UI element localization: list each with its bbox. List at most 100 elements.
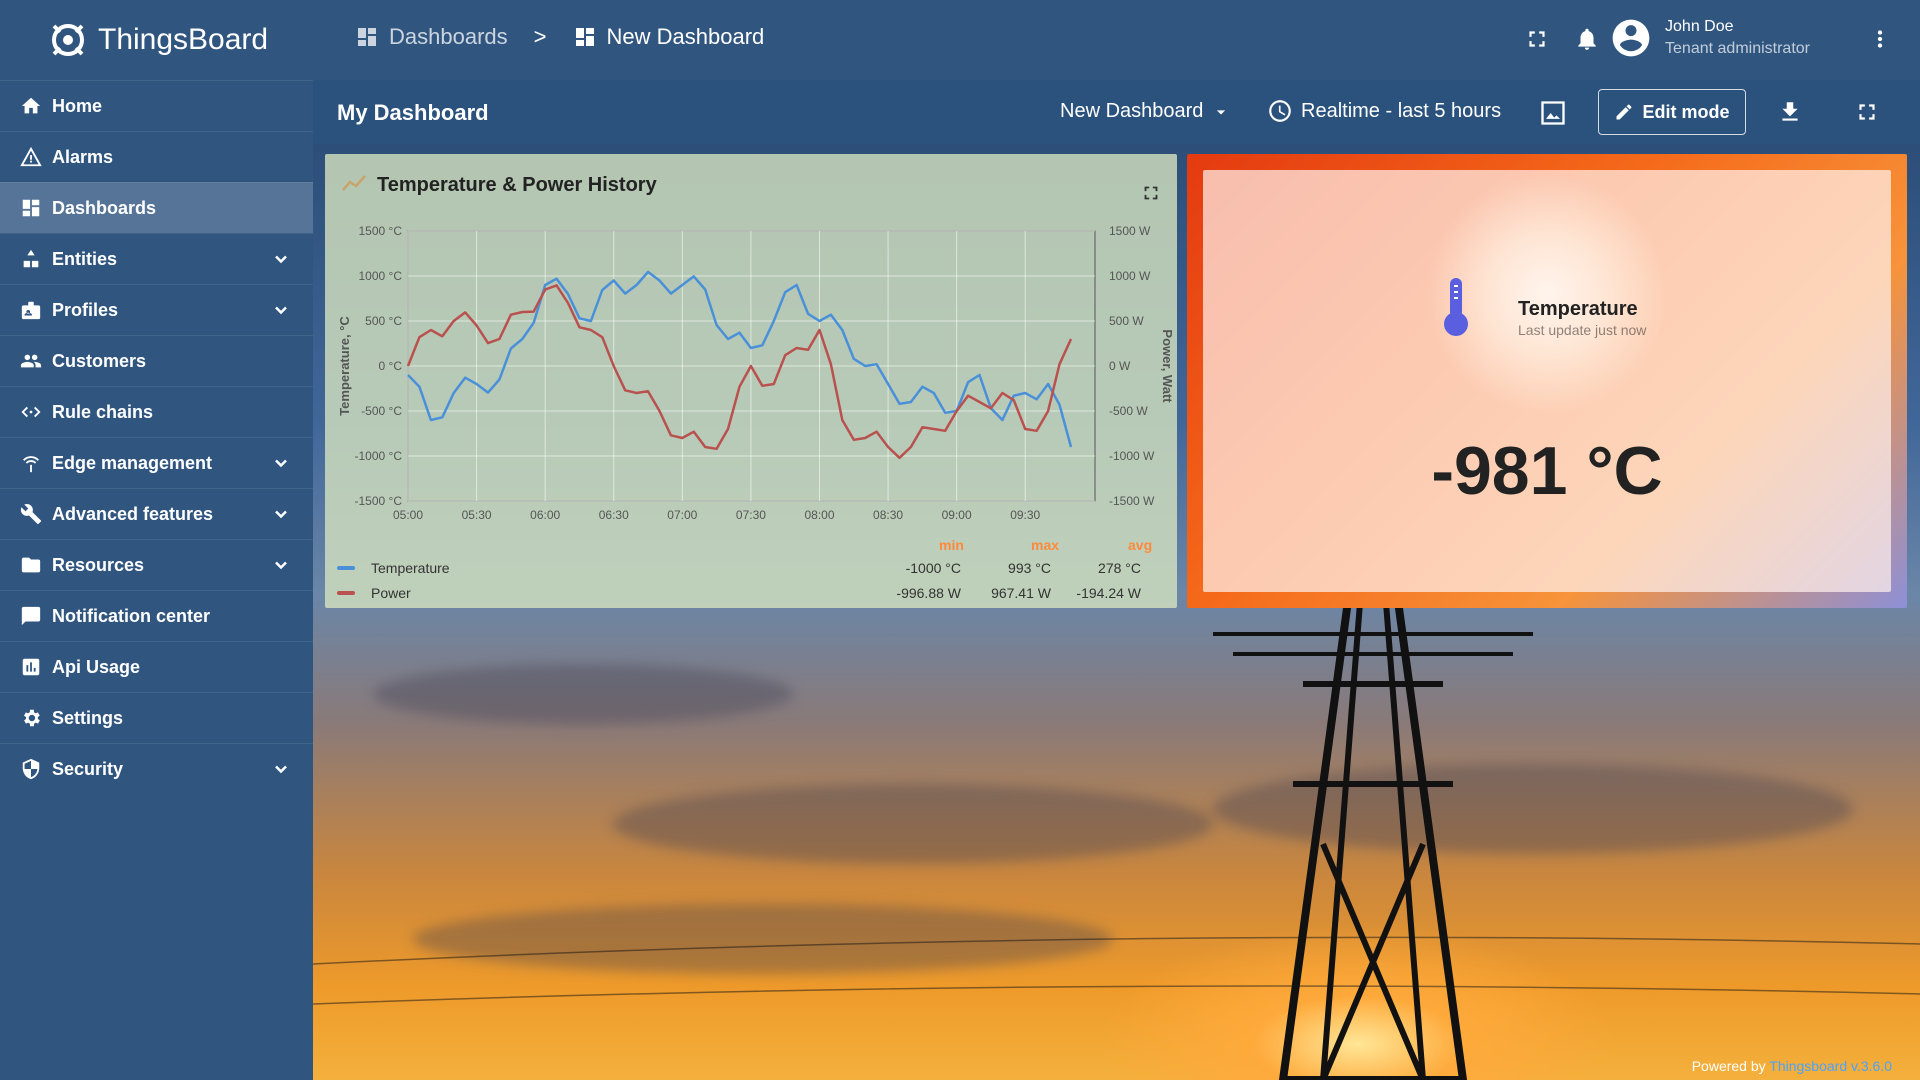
sidebar-item-rule-chains[interactable]: Rule chains	[0, 386, 313, 437]
y-axis-title-left: Temperature, °C	[337, 316, 352, 416]
sidebar-item-label: Dashboards	[52, 197, 157, 218]
folder-icon	[20, 554, 42, 576]
dashboard-toolbar: My Dashboard New Dashboard Realtime - la…	[313, 80, 1920, 144]
x-tick-label: 09:00	[942, 508, 972, 522]
sidebar-item-profiles[interactable]: Profiles	[0, 284, 313, 335]
edit-mode-label: Edit mode	[1642, 101, 1730, 122]
dashboard-select-value: New Dashboard	[1060, 100, 1204, 122]
chevron-down-icon[interactable]	[271, 759, 291, 784]
series-line-temperature	[407, 270, 1073, 448]
user-menu[interactable]: John Doe Tenant administrator	[1609, 16, 1810, 60]
sidebar-item-label: Security	[52, 758, 124, 779]
sidebar-item-label: Entities	[52, 248, 118, 269]
y-tick-label-right: 0 W	[1109, 359, 1131, 373]
legend-name: Temperature	[371, 560, 450, 576]
dashboard-icon	[575, 28, 594, 46]
legend-min: -996.88 W	[896, 585, 961, 601]
dashboard-canvas: Temperature & Power History 1500 °C 1500 …	[313, 144, 1920, 1080]
sidebar-item-edge-management[interactable]: Edge management	[0, 437, 313, 488]
chevron-down-icon[interactable]	[271, 555, 291, 580]
sidebar-item-api-usage[interactable]: Api Usage	[0, 641, 313, 692]
y-tick-label-right: -1500 W	[1109, 494, 1155, 508]
sidebar-item-customers[interactable]: Customers	[0, 335, 313, 386]
chevron-down-icon[interactable]	[271, 249, 291, 274]
sidebar-item-alarms[interactable]: Alarms	[0, 131, 313, 182]
rule-chains-icon	[20, 401, 42, 423]
sidebar-item-entities[interactable]: Entities	[0, 233, 313, 284]
fullscreen-icon[interactable]	[1854, 99, 1880, 130]
sidebar-item-label: Customers	[52, 350, 147, 371]
breadcrumb-separator: >	[533, 24, 547, 49]
edge-icon	[20, 452, 42, 474]
y-tick-label-left: 1500 °C	[359, 224, 403, 238]
breadcrumb-label: Dashboards	[389, 24, 508, 49]
notification-icon	[20, 605, 42, 627]
sidebar-item-notification-center[interactable]: Notification center	[0, 590, 313, 641]
sidebar-item-home[interactable]: Home	[0, 80, 313, 131]
breadcrumb-dashboards[interactable]: Dashboards	[355, 24, 508, 50]
x-tick-label: 09:30	[1010, 508, 1040, 522]
sidebar-item-resources[interactable]: Resources	[0, 539, 313, 590]
sidebar: ThingsBoard Home Alarms Dashboards Entities…	[0, 0, 313, 1080]
breadcrumb-current: New Dashboard	[573, 24, 765, 50]
sidebar-item-dashboards[interactable]: Dashboards	[0, 182, 313, 233]
y-tick-label-left: -500 °C	[361, 404, 402, 418]
chevron-down-icon[interactable]	[271, 453, 291, 478]
sidebar-item-advanced-features[interactable]: Advanced features	[0, 488, 313, 539]
user-role: Tenant administrator	[1665, 40, 1810, 57]
thingsboard-logo-icon	[52, 24, 84, 56]
dashboard-icon	[358, 28, 376, 46]
x-tick-label: 05:00	[393, 508, 423, 522]
sidebar-item-label: Api Usage	[52, 656, 141, 677]
chart-plot: 1500 °C 1500 W 1000 °C 1000 W 500 °C 500 W 0 °…	[337, 224, 1175, 522]
thermometer-icon	[1444, 278, 1468, 336]
arrow-drop-down-icon	[1217, 109, 1226, 114]
y-tick-label-right: 1500 W	[1109, 224, 1151, 238]
y-tick-label-left: 0 °C	[379, 359, 403, 373]
footer-powered: Powered by	[1691, 1058, 1766, 1074]
customers-icon	[20, 350, 42, 372]
chevron-down-icon[interactable]	[271, 504, 291, 529]
legend-header-max: max	[1031, 537, 1060, 553]
y-tick-label-left: -1500 °C	[355, 494, 403, 508]
legend-row-power[interactable]: Power -996.88 W 967.41 W -194.24 W	[337, 585, 1165, 601]
edit-mode-button[interactable]: Edit mode	[1598, 89, 1746, 135]
legend-max: 993 °C	[1008, 560, 1051, 576]
avatar-icon	[1612, 19, 1650, 57]
sidebar-item-security[interactable]: Security	[0, 743, 313, 794]
home-icon	[20, 95, 42, 117]
user-info: John Doe Tenant administrator	[1665, 18, 1810, 58]
gear-icon	[20, 707, 42, 729]
pencil-icon	[1616, 104, 1632, 120]
x-tick-label: 06:30	[599, 508, 629, 522]
y-tick-label-right: 1000 W	[1109, 269, 1151, 283]
alarm-icon	[20, 146, 42, 168]
more-vert-icon[interactable]	[1867, 26, 1893, 57]
entities-icon	[20, 248, 42, 270]
image-export-icon[interactable]	[1539, 99, 1567, 132]
fullscreen-icon[interactable]	[1524, 26, 1550, 57]
download-icon[interactable]	[1777, 99, 1803, 130]
dashboard-select[interactable]: New Dashboard	[1060, 100, 1231, 123]
footer-link[interactable]: Thingsboard v.3.6.0	[1769, 1058, 1892, 1074]
y-tick-label-left: 500 °C	[365, 314, 402, 328]
bell-icon[interactable]	[1574, 26, 1600, 57]
chart-widget: Temperature & Power History 1500 °C 1500 …	[325, 154, 1177, 608]
temperature-value: -981 °C	[1431, 433, 1663, 509]
sidebar-item-settings[interactable]: Settings	[0, 692, 313, 743]
shield-icon	[20, 758, 42, 780]
breadcrumb-label: New Dashboard	[606, 24, 765, 49]
sidebar-item-label: Home	[52, 95, 103, 116]
chevron-down-icon[interactable]	[271, 300, 291, 325]
last-update-text: Last update just now	[1518, 322, 1647, 338]
y-tick-label-left: -1000 °C	[355, 449, 403, 463]
y-tick-label-right: 500 W	[1109, 314, 1144, 328]
breadcrumb: Dashboards > New Dashboard	[355, 24, 764, 50]
timewindow-button[interactable]: Realtime - last 5 hours	[1267, 98, 1501, 124]
y-tick-label-right: -500 W	[1109, 404, 1148, 418]
sidebar-item-label: Rule chains	[52, 401, 154, 422]
tools-icon	[20, 503, 42, 525]
api-usage-icon	[20, 656, 42, 678]
legend-row-temperature[interactable]: Temperature -1000 °C 993 °C 278 °C	[337, 560, 1165, 576]
logo[interactable]: ThingsBoard	[0, 0, 313, 80]
